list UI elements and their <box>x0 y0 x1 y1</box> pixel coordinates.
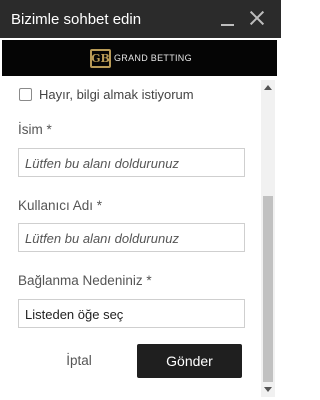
name-input[interactable]: Lütfen bu alanı doldurunuz <box>18 148 245 177</box>
chat-header: Bizimle sohbet edin <box>0 0 281 38</box>
scroll-down-icon[interactable] <box>264 387 272 392</box>
logo-text: GRAND BETTING <box>114 53 192 63</box>
brand-banner: GB GRAND BETTING <box>2 40 277 76</box>
send-button[interactable]: Gönder <box>137 344 242 378</box>
chat-form: Hayır, bilgi almak istiyorum İsim * Lütf… <box>2 80 260 397</box>
cancel-button[interactable]: İptal <box>42 344 116 376</box>
opt-out-label: Hayır, bilgi almak istiyorum <box>39 86 194 102</box>
close-icon[interactable] <box>249 10 265 26</box>
opt-out-row[interactable]: Hayır, bilgi almak istiyorum <box>19 85 194 103</box>
brand-logo: GB GRAND BETTING <box>90 48 192 68</box>
name-label: İsim * <box>18 122 52 137</box>
scrollbar[interactable] <box>261 80 275 397</box>
scroll-up-icon[interactable] <box>264 85 272 90</box>
minimize-icon[interactable] <box>221 9 235 29</box>
username-label: Kullanıcı Adı * <box>18 198 103 213</box>
opt-out-checkbox[interactable] <box>19 87 32 101</box>
reason-select[interactable]: Listeden öğe seç <box>18 299 245 328</box>
logo-mark: GB <box>90 48 111 68</box>
username-input[interactable]: Lütfen bu alanı doldurunuz <box>18 223 245 252</box>
reason-label: Bağlanma Nedeniniz * <box>18 273 152 288</box>
scrollbar-thumb[interactable] <box>263 196 273 382</box>
chat-title: Bizimle sohbet edin <box>11 11 142 28</box>
